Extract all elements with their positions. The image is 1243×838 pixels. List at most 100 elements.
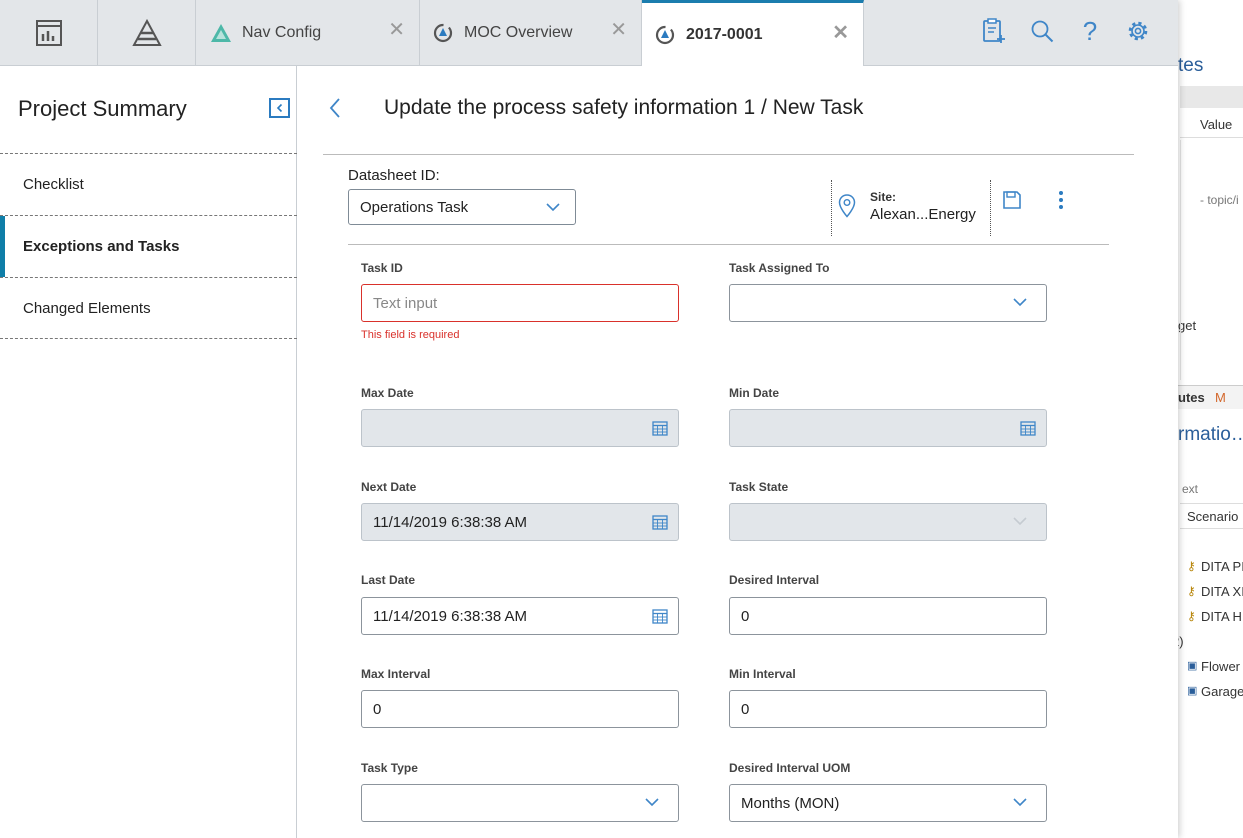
next-date-label: Next Date	[361, 480, 417, 494]
close-icon[interactable]: ✕	[388, 20, 405, 40]
bg-text: DITA H	[1201, 609, 1242, 624]
next-date-value: 11/14/2019 6:38:38 AM	[373, 513, 528, 531]
sidebar-item-changed-elements[interactable]: Changed Elements	[0, 277, 297, 339]
last-date-input[interactable]: 11/14/2019 6:38:38 AM	[361, 597, 679, 635]
sidebar-item-label: Exceptions and Tasks	[23, 238, 180, 255]
moc-icon	[655, 25, 675, 44]
app-window: Nav Config ✕ MOC Overview ✕ 2017-0001 ✕	[0, 0, 1178, 838]
bg-header-strip	[1180, 86, 1243, 108]
bg-text: Garage	[1201, 684, 1243, 699]
more-options-button[interactable]	[1057, 190, 1065, 215]
close-icon[interactable]: ✕	[610, 20, 627, 40]
chevron-down-icon	[1013, 517, 1027, 526]
task-type-select[interactable]	[361, 784, 679, 822]
task-assigned-to-select[interactable]	[729, 284, 1047, 322]
clipboard-add-button[interactable]	[982, 16, 1006, 46]
desired-interval-input[interactable]: 0	[729, 597, 1047, 635]
desired-interval-label: Desired Interval	[729, 573, 820, 587]
chevron-down-icon	[645, 798, 659, 807]
clipboard-add-icon	[983, 18, 1005, 43]
pyramid-icon	[131, 18, 162, 46]
min-date-input	[729, 409, 1047, 447]
sidebar: Project Summary Checklist Exceptions and…	[0, 66, 297, 838]
task-assigned-to-label: Task Assigned To	[729, 261, 830, 275]
calendar-icon[interactable]	[652, 420, 668, 436]
bg-text: Value	[1200, 117, 1233, 132]
search-button[interactable]	[1030, 16, 1054, 46]
bg-tab: utes	[1178, 390, 1205, 405]
tab-2017-0001[interactable]: 2017-0001 ✕	[642, 0, 864, 66]
search-icon	[1031, 20, 1054, 43]
bg-text: Flower	[1201, 659, 1241, 674]
tab-dashboard[interactable]	[0, 0, 98, 65]
back-button[interactable]	[327, 96, 343, 125]
desired-interval-uom-value: Months (MON)	[741, 794, 840, 812]
task-state-select	[729, 503, 1047, 541]
datasheet-label: Datasheet ID:	[348, 167, 440, 184]
site-value: Alexan...Energy	[870, 206, 976, 223]
save-icon	[1003, 191, 1021, 209]
datasheet-value: Operations Task	[360, 198, 469, 216]
desired-interval-uom-select[interactable]: Months (MON)	[729, 784, 1047, 822]
last-date-label: Last Date	[361, 573, 416, 587]
max-interval-value: 0	[373, 700, 382, 718]
toolbar: ?	[982, 16, 1150, 46]
save-button[interactable]	[1002, 190, 1022, 215]
tab-pyramid[interactable]	[98, 0, 196, 65]
bg-tab: M	[1215, 390, 1226, 405]
desired-interval-uom-label: Desired Interval UOM	[729, 761, 851, 775]
bg-text: DITA XI	[1201, 584, 1243, 599]
key-icon: ⚷	[1187, 559, 1196, 573]
chevron-left-icon	[276, 103, 282, 113]
close-icon[interactable]: ✕	[832, 23, 849, 43]
divider	[323, 154, 1134, 155]
collapse-sidebar-button[interactable]	[269, 98, 290, 118]
tab-label: 2017-0001	[686, 25, 763, 43]
help-icon: ?	[1082, 15, 1098, 46]
task-id-placeholder: Text input	[373, 294, 438, 312]
task-id-error: This field is required	[361, 329, 460, 341]
sidebar-item-checklist[interactable]: Checklist	[0, 153, 297, 215]
tab-nav-config[interactable]: Nav Config ✕	[198, 0, 420, 65]
task-type-label: Task Type	[361, 761, 418, 775]
min-interval-input[interactable]: 0	[729, 690, 1047, 728]
site-info: Site: Alexan...Energy	[831, 180, 991, 236]
next-date-input: 11/14/2019 6:38:38 AM	[361, 503, 679, 541]
task-id-input[interactable]: Text input	[361, 284, 679, 322]
task-state-label: Task State	[729, 480, 789, 494]
tab-label: Nav Config	[242, 23, 322, 41]
tab-bar: Nav Config ✕ MOC Overview ✕ 2017-0001 ✕	[0, 0, 1178, 66]
min-interval-value: 0	[741, 700, 750, 718]
sidebar-item-label: Checklist	[23, 176, 84, 193]
sidebar-item-exceptions-and-tasks[interactable]: Exceptions and Tasks	[0, 215, 297, 277]
sidebar-title: Project Summary	[18, 96, 187, 121]
more-vertical-icon	[1059, 191, 1063, 209]
page-title: Update the process safety information 1 …	[384, 96, 864, 119]
datasheet-select[interactable]: Operations Task	[348, 189, 576, 225]
chevron-down-icon	[1013, 798, 1027, 807]
main-panel: Update the process safety information 1 …	[298, 66, 1160, 838]
location-pin-icon	[838, 194, 856, 218]
bg-text: rmatio…	[1178, 424, 1243, 445]
calendar-icon[interactable]	[1020, 420, 1036, 436]
max-interval-input[interactable]: 0	[361, 690, 679, 728]
min-interval-label: Min Interval	[729, 667, 796, 681]
chevron-down-icon	[1013, 298, 1027, 307]
help-button[interactable]: ?	[1078, 16, 1102, 46]
tab-label: MOC Overview	[464, 23, 573, 41]
min-date-label: Min Date	[729, 386, 780, 400]
bg-grid	[1180, 140, 1243, 380]
site-label: Site:	[870, 190, 897, 204]
sidebar-nav: Checklist Exceptions and Tasks Changed E…	[0, 153, 297, 339]
chevron-left-icon	[329, 98, 340, 118]
key-icon: ⚷	[1187, 584, 1196, 598]
gear-icon	[1128, 21, 1148, 41]
max-interval-label: Max Interval	[361, 667, 431, 681]
desired-interval-value: 0	[741, 607, 750, 625]
bg-text: DITA PI	[1201, 559, 1243, 574]
tab-moc-overview[interactable]: MOC Overview ✕	[420, 0, 642, 65]
max-date-input	[361, 409, 679, 447]
calendar-icon[interactable]	[652, 608, 668, 624]
settings-button[interactable]	[1126, 16, 1150, 46]
calendar-icon[interactable]	[652, 514, 668, 530]
